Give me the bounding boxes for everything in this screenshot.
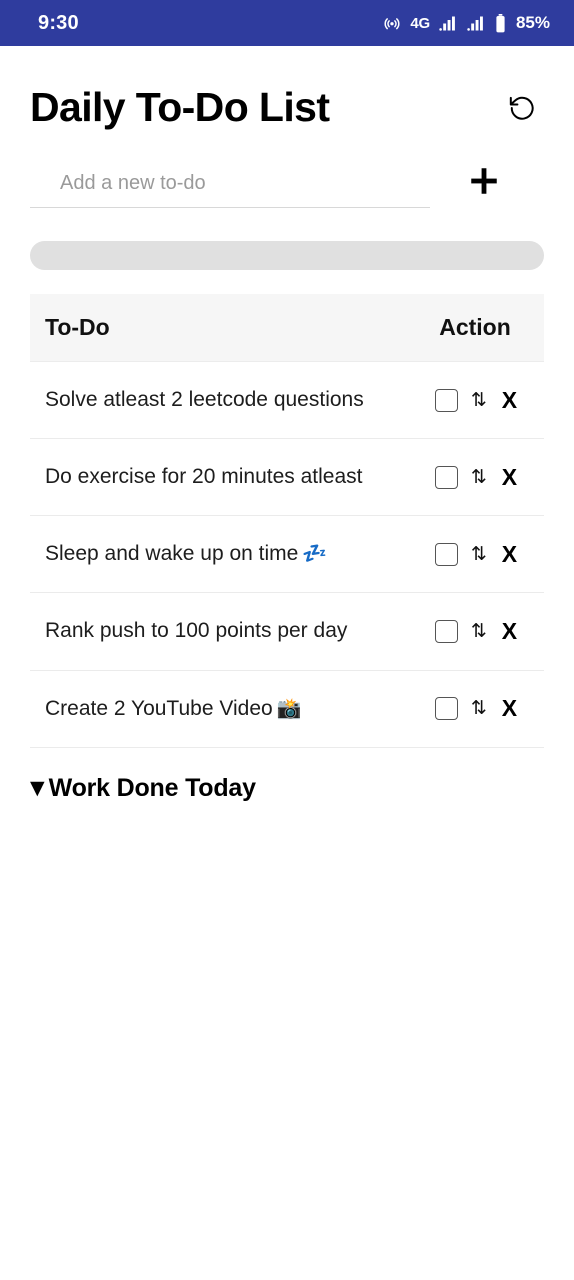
refresh-ccw-icon xyxy=(506,92,539,128)
app-header: Daily To-Do List xyxy=(0,46,574,132)
table-row: Sleep and wake up on time 💤 ⇅ X xyxy=(30,515,544,594)
todo-table-header: To-Do Action xyxy=(30,294,544,362)
chevron-down-icon: ▼ xyxy=(30,776,45,799)
work-done-label: Work Done Today xyxy=(48,773,256,802)
table-row: Rank push to 100 points per day ⇅ X xyxy=(30,592,544,671)
signal-bars-icon xyxy=(439,15,458,31)
row-actions: ⇅ X xyxy=(414,619,540,643)
todo-table: To-Do Action Solve atleast 2 leetcode qu… xyxy=(30,294,544,748)
table-row: Do exercise for 20 minutes atleast ⇅ X xyxy=(30,438,544,517)
todo-task-text: Solve atleast 2 leetcode questions xyxy=(45,388,364,411)
reorder-button[interactable]: ⇅ xyxy=(471,699,487,718)
column-header-todo: To-Do xyxy=(30,294,414,362)
app-screen: 9:30 4G 85% Daily To-Do List Add a new t… xyxy=(0,0,574,1280)
reorder-button[interactable]: ⇅ xyxy=(471,390,487,410)
add-todo-row xyxy=(30,132,544,212)
add-todo-button[interactable] xyxy=(464,164,504,204)
todo-task-text: Sleep and wake up on time xyxy=(45,542,299,566)
new-todo-input[interactable] xyxy=(30,168,430,208)
plus-icon xyxy=(467,162,501,206)
delete-todo-button[interactable]: X xyxy=(500,465,519,489)
network-type-label: 4G xyxy=(410,14,430,32)
todo-complete-checkbox[interactable] xyxy=(434,388,458,412)
row-actions: ⇅ X xyxy=(414,465,540,489)
table-header-row: To-Do Action xyxy=(30,294,544,362)
work-done-section-toggle[interactable]: ▼ Work Done Today xyxy=(30,774,544,803)
todo-task-text: Create 2 YouTube Video xyxy=(45,696,273,720)
delete-todo-button[interactable]: X xyxy=(500,388,519,412)
progress-bar xyxy=(30,241,544,270)
status-bar: 9:30 4G 85% xyxy=(0,0,574,46)
todo-action-cell: ⇅ X xyxy=(414,438,544,517)
delete-todo-button[interactable]: X xyxy=(500,619,519,643)
todo-task-text: Do exercise for 20 minutes atleast xyxy=(45,465,363,489)
table-row: Solve atleast 2 leetcode questions ⇅ X xyxy=(30,361,544,440)
battery-percent-label: 85% xyxy=(515,13,550,32)
delete-todo-button[interactable]: X xyxy=(500,542,519,566)
todo-task-cell: Sleep and wake up on time 💤 xyxy=(30,515,414,594)
hotspot-icon xyxy=(383,14,401,32)
page-title: Daily To-Do List xyxy=(30,83,330,130)
todo-action-cell: ⇅ X xyxy=(414,515,544,594)
todo-action-cell: ⇅ X xyxy=(414,592,544,671)
reorder-button[interactable]: ⇅ xyxy=(471,621,487,641)
reorder-button[interactable]: ⇅ xyxy=(471,467,487,487)
table-row: Create 2 YouTube Video 📸 ⇅ X xyxy=(30,670,544,748)
todo-complete-checkbox[interactable] xyxy=(434,542,458,566)
todo-complete-checkbox[interactable] xyxy=(434,619,458,643)
reorder-button[interactable]: ⇅ xyxy=(471,544,487,564)
todo-task-text: Rank push to 100 points per day xyxy=(45,619,348,643)
todo-task-cell: Rank push to 100 points per day xyxy=(30,592,414,671)
signal-bars-icon xyxy=(467,15,486,31)
refresh-button[interactable] xyxy=(500,88,544,132)
todo-task-cell: Solve atleast 2 leetcode questions xyxy=(30,361,414,440)
todo-table-body: Solve atleast 2 leetcode questions ⇅ X Do e… xyxy=(30,361,544,748)
status-icons: 4G 85% xyxy=(383,13,550,33)
row-actions: ⇅ X xyxy=(414,388,540,412)
todo-task-emoji: 📸 xyxy=(276,695,302,720)
todo-task-cell: Do exercise for 20 minutes atleast xyxy=(30,438,414,517)
status-time: 9:30 xyxy=(38,11,79,34)
row-actions: ⇅ X xyxy=(414,542,540,566)
row-actions: ⇅ X xyxy=(414,697,540,721)
delete-todo-button[interactable]: X xyxy=(500,697,519,720)
todo-complete-checkbox[interactable] xyxy=(434,465,458,489)
todo-task-cell: Create 2 YouTube Video 📸 xyxy=(30,670,414,748)
todo-task-emoji: 💤 xyxy=(302,541,328,566)
todo-action-cell: ⇅ X xyxy=(414,361,544,440)
todo-complete-checkbox[interactable] xyxy=(434,697,458,721)
battery-icon xyxy=(495,13,506,33)
todo-action-cell: ⇅ X xyxy=(414,670,544,748)
column-header-action: Action xyxy=(414,294,544,362)
